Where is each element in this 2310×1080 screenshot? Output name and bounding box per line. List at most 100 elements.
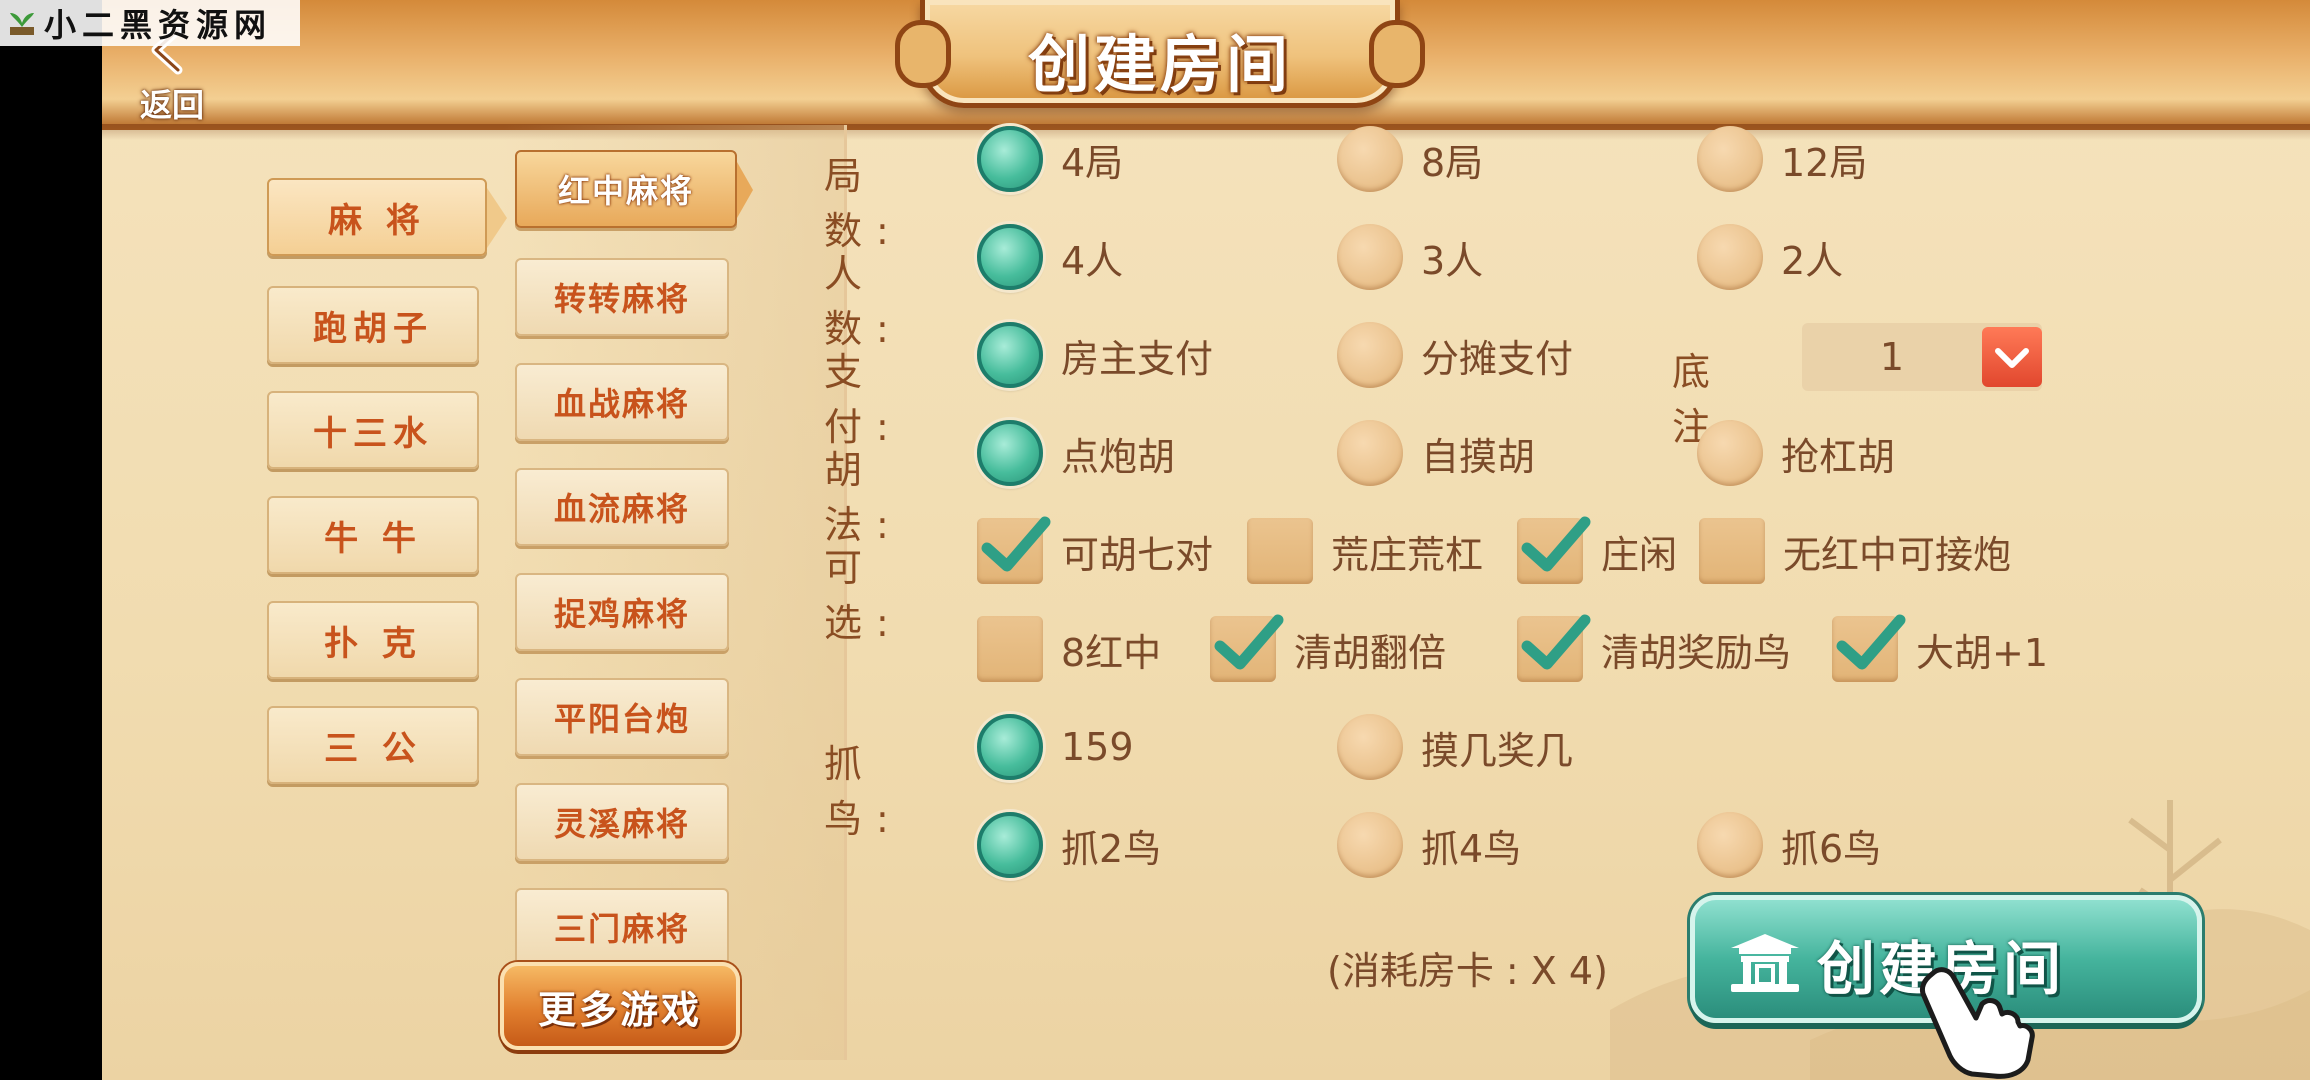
room-card-cost: (消耗房卡 : X 4) (1327, 949, 1608, 993)
bird-mode-moji[interactable]: 摸几奖几 (1337, 714, 1573, 780)
game-item-pingyang[interactable]: 平阳台炮 (515, 678, 729, 756)
players-option-4[interactable]: 4人 (977, 224, 1123, 290)
payment-label: 支 付: (824, 350, 903, 449)
category-tab-shisanshui[interactable]: 十三水 (267, 391, 479, 469)
category-tab-label: 跑胡子 (313, 308, 433, 349)
game-item-label: 三门麻将 (553, 910, 690, 948)
option-label: 摸几奖几 (1421, 728, 1574, 773)
bird-count-2[interactable]: 抓2鸟 (977, 812, 1161, 878)
rounds-option-4[interactable]: 4局 (977, 126, 1123, 192)
category-tab-label: 三 公 (324, 728, 422, 769)
game-item-label: 灵溪麻将 (553, 805, 690, 843)
rounds-option-12[interactable]: 12局 (1697, 126, 1867, 192)
optional-8hongzhong-checkbox[interactable]: 8红中 (977, 616, 1161, 682)
radio-unselected-icon (1697, 126, 1763, 192)
bird-count-4[interactable]: 抓4鸟 (1337, 812, 1521, 878)
category-tab-paohuzi[interactable]: 跑胡子 (267, 286, 479, 364)
game-item-label: 转转麻将 (553, 280, 690, 318)
game-item-xuezhan[interactable]: 血战麻将 (515, 363, 729, 441)
checkbox-unchecked-icon (1699, 518, 1765, 584)
checkbox-checked-icon (977, 516, 1051, 584)
category-tab-niuniu[interactable]: 牛 牛 (267, 496, 479, 574)
category-tab-poker[interactable]: 扑 克 (267, 601, 479, 679)
chevron-down-icon[interactable] (1982, 327, 2042, 387)
optional-label: 可 选: (824, 546, 903, 645)
radio-unselected-icon (1337, 322, 1403, 388)
radio-unselected-icon (1337, 224, 1403, 290)
radio-unselected-icon (1697, 420, 1763, 486)
payment-option-split[interactable]: 分摊支付 (1337, 322, 1573, 388)
more-games-button[interactable]: 更多游戏 (500, 962, 740, 1050)
players-option-2[interactable]: 2人 (1697, 224, 1843, 290)
hand-pointer-icon (1919, 967, 2035, 1079)
radio-selected-icon (977, 812, 1043, 878)
category-tab-mahjong[interactable]: 麻 将 (267, 178, 507, 256)
game-item-zhuanzhuan[interactable]: 转转麻将 (515, 258, 729, 336)
win-option-dianpao[interactable]: 点炮胡 (977, 420, 1175, 486)
checkbox-checked-icon (1832, 614, 1906, 682)
optional-qinghu-bird-checkbox[interactable]: 清胡奖励鸟 (1517, 614, 1792, 682)
option-label: 4局 (1061, 140, 1124, 185)
bird-label: 抓 鸟: (824, 742, 903, 841)
optional-qinghu-double-checkbox[interactable]: 清胡翻倍 (1210, 614, 1447, 682)
win-option-qianggang[interactable]: 抢杠胡 (1697, 420, 1895, 486)
option-label: 4人 (1061, 238, 1124, 283)
title-plaque: 创建房间 (895, 0, 1425, 108)
radio-unselected-icon (1337, 420, 1403, 486)
bird-count-6[interactable]: 抓6鸟 (1697, 812, 1881, 878)
option-label: 抓6鸟 (1781, 826, 1882, 871)
option-label: 清胡翻倍 (1294, 630, 1447, 675)
optional-no-hongzhong-checkbox[interactable]: 无红中可接炮 (1699, 518, 2011, 584)
optional-huangzhuang-checkbox[interactable]: 荒庄荒杠 (1247, 518, 1483, 584)
rounds-option-8[interactable]: 8局 (1337, 126, 1483, 192)
option-label: 荒庄荒杠 (1331, 532, 1484, 577)
radio-selected-icon (977, 714, 1043, 780)
page-title: 创建房间 (1027, 28, 1292, 101)
game-item-label: 捉鸡麻将 (553, 595, 690, 633)
radio-unselected-icon (1337, 812, 1403, 878)
option-label: 8红中 (1061, 630, 1162, 675)
win-option-zimo[interactable]: 自摸胡 (1337, 420, 1535, 486)
category-tab-label: 扑 克 (324, 623, 422, 664)
radio-unselected-icon (1337, 714, 1403, 780)
game-screen: 返回 创建房间 麻 将 跑胡子 十三水 牛 牛 扑 克 三 公 红中麻将 转转麻… (102, 0, 2310, 1080)
rounds-label: 局 数: (824, 154, 903, 253)
radio-unselected-icon (1697, 812, 1763, 878)
base-bet-value: 1 (1879, 335, 1905, 379)
radio-unselected-icon (1337, 126, 1403, 192)
players-label: 人 数: (824, 252, 903, 351)
option-label: 无红中可接炮 (1783, 532, 2012, 577)
optional-zhuangxian-checkbox[interactable]: 庄闲 (1517, 516, 1678, 584)
option-label: 2人 (1781, 238, 1844, 283)
option-label: 大胡+1 (1916, 630, 2049, 675)
optional-dahu-checkbox[interactable]: 大胡+1 (1832, 614, 2049, 682)
game-item-sanmen[interactable]: 三门麻将 (515, 888, 729, 966)
checkbox-checked-icon (1517, 516, 1591, 584)
radio-selected-icon (977, 322, 1043, 388)
checkbox-checked-icon (1517, 614, 1591, 682)
radio-selected-icon (977, 224, 1043, 290)
game-item-xueliu[interactable]: 血流麻将 (515, 468, 729, 546)
game-item-label: 血流麻将 (553, 490, 690, 528)
players-option-3[interactable]: 3人 (1337, 224, 1483, 290)
game-item-zhuoji[interactable]: 捉鸡麻将 (515, 573, 729, 651)
back-label: 返回 (139, 86, 204, 124)
option-label: 抓2鸟 (1061, 826, 1162, 871)
top-banner: 返回 创建房间 (102, 0, 2310, 140)
payment-option-owner[interactable]: 房主支付 (977, 322, 1213, 388)
optional-qidui-checkbox[interactable]: 可胡七对 (977, 516, 1213, 584)
category-tab-sangong[interactable]: 三 公 (267, 706, 479, 784)
game-item-label: 血战麻将 (553, 385, 690, 423)
option-label: 庄闲 (1601, 532, 1678, 577)
game-item-hongzhong[interactable]: 红中麻将 (515, 150, 753, 228)
option-label: 分摊支付 (1421, 336, 1574, 381)
option-label: 清胡奖励鸟 (1601, 630, 1792, 675)
bird-mode-159[interactable]: 159 (977, 714, 1134, 780)
base-bet-select[interactable]: 1 (1802, 323, 2042, 391)
watermark-text: 小二黑资源网 (44, 6, 273, 44)
watermark: 小二黑资源网 (0, 0, 300, 46)
house-icon (1731, 934, 1799, 992)
game-item-lingxi[interactable]: 灵溪麻将 (515, 783, 729, 861)
plant-logo-icon (10, 13, 34, 35)
radio-selected-icon (977, 126, 1043, 192)
